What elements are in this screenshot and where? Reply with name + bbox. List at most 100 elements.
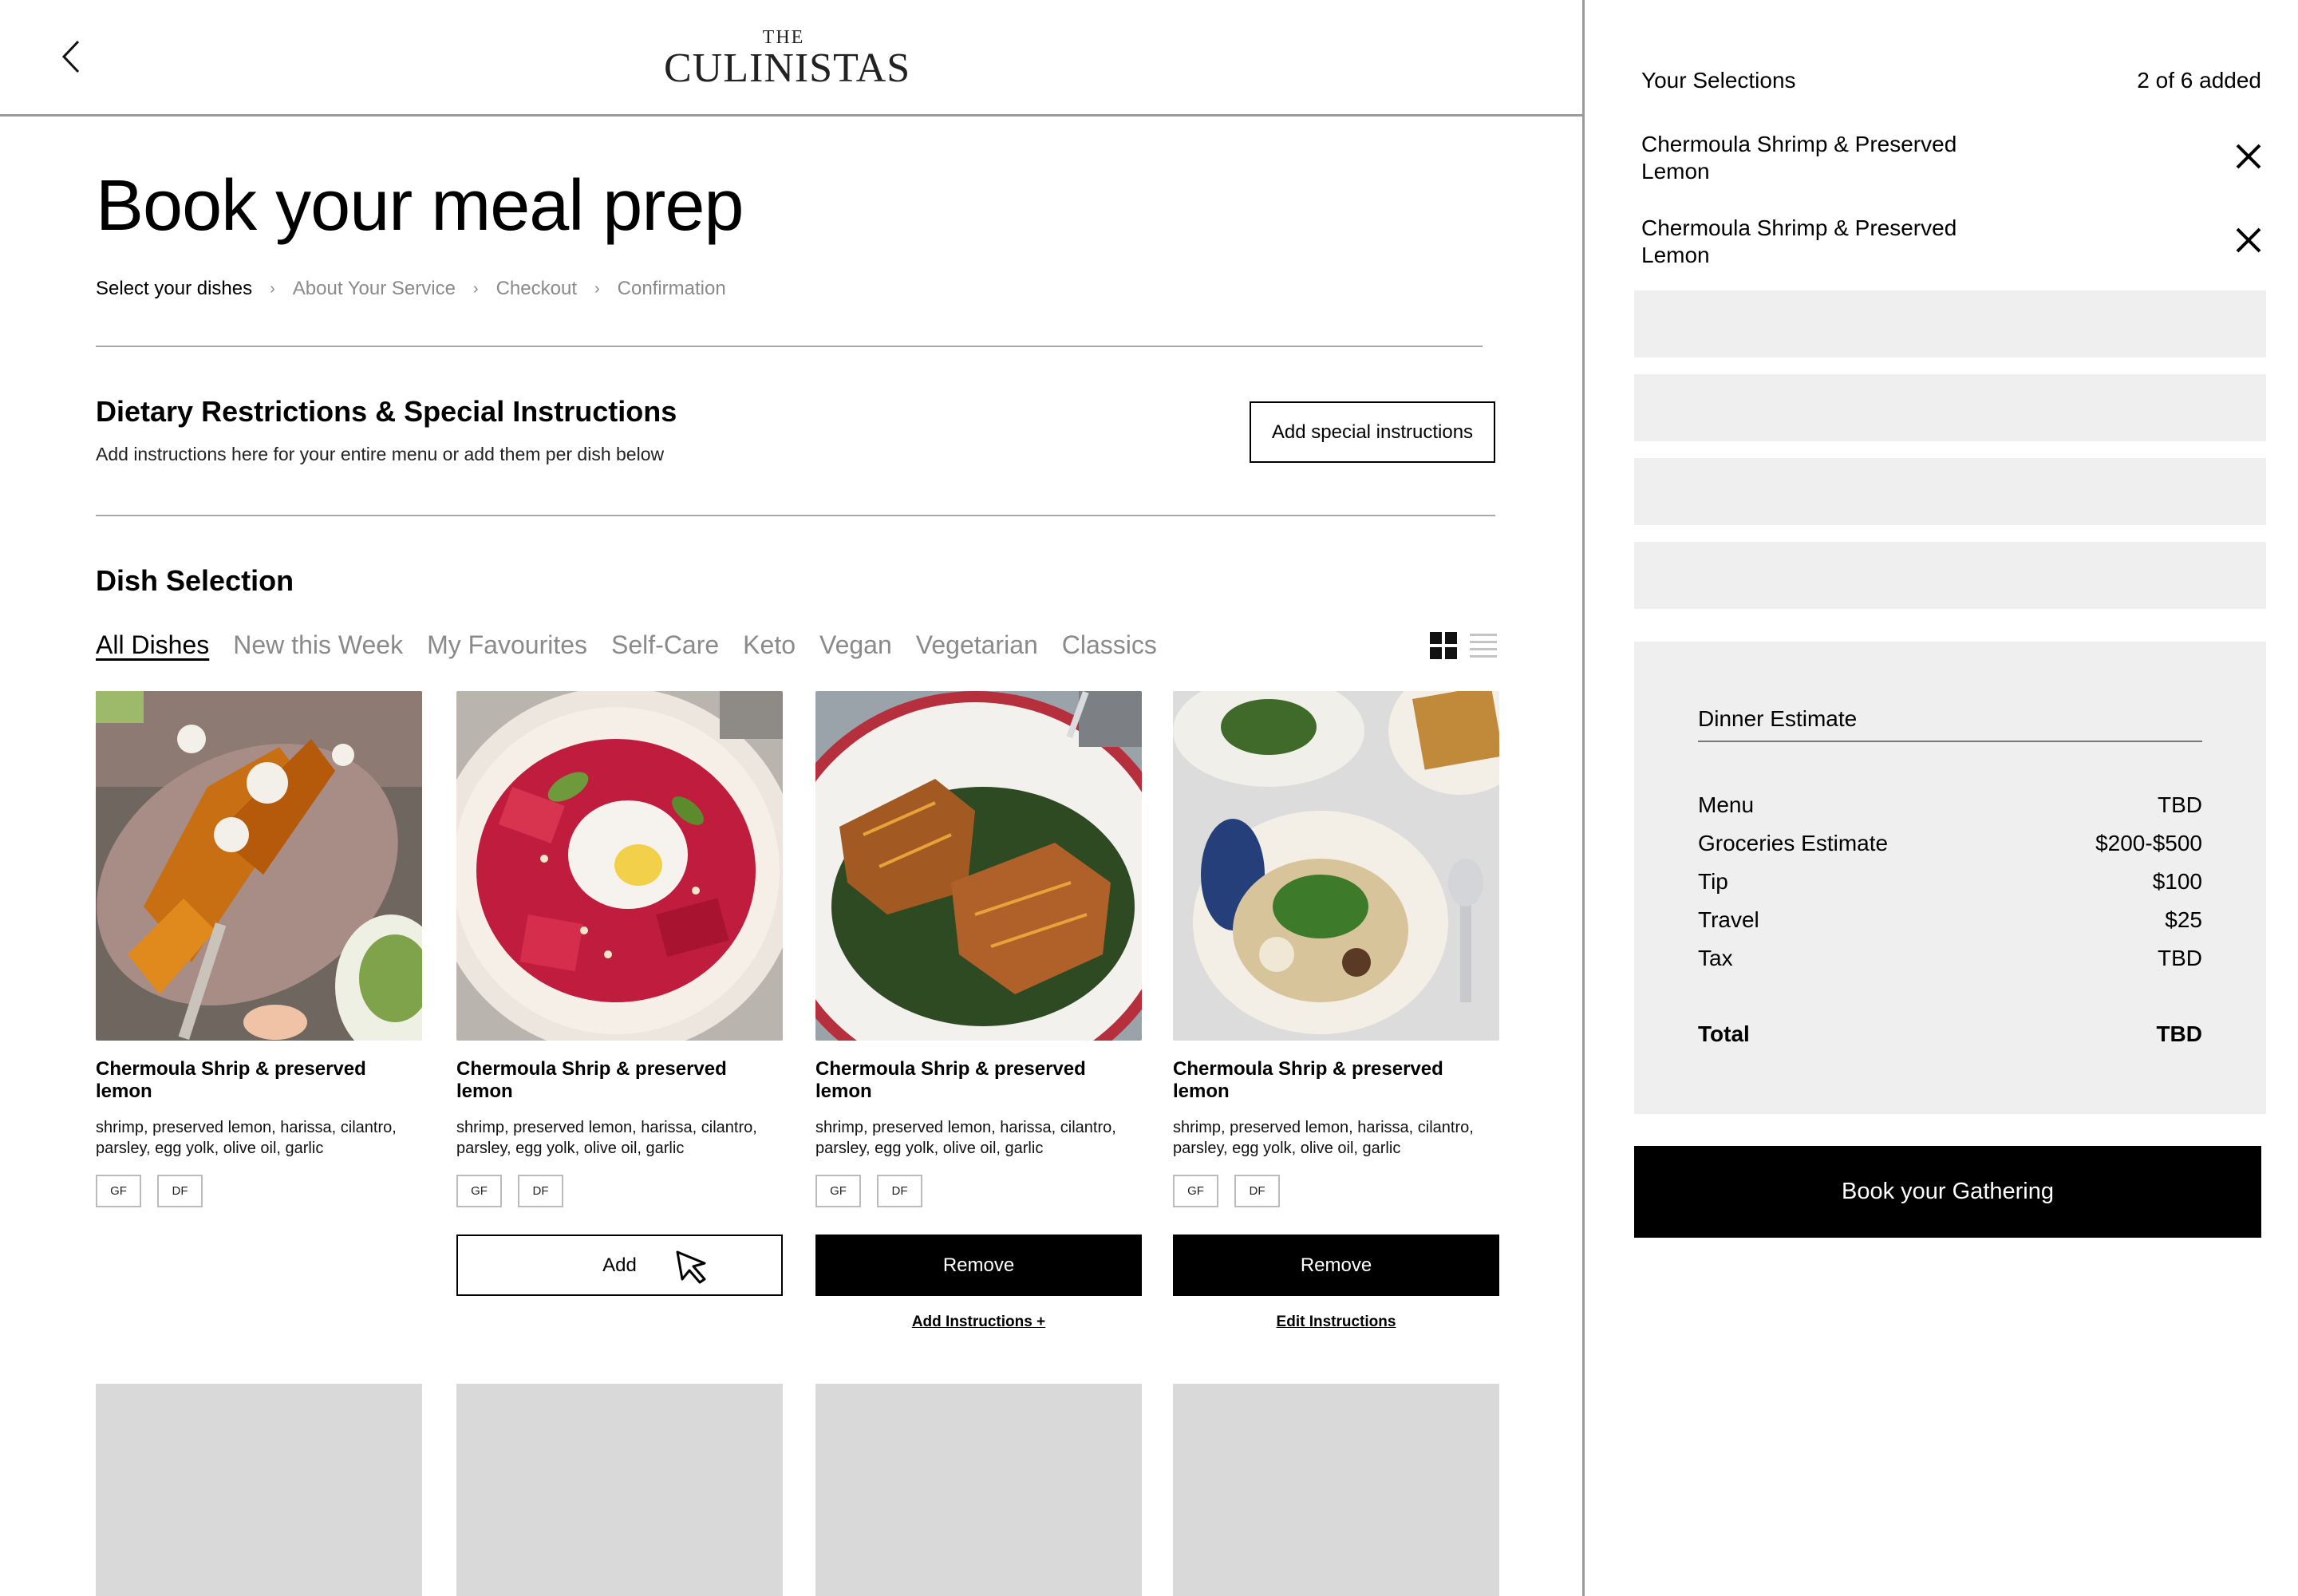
close-icon[interactable] <box>2234 226 2263 255</box>
top-bar: THE CULINISTAS <box>0 0 1582 117</box>
mouse-pointer-icon <box>676 1250 706 1284</box>
estimate-label: Menu <box>1698 792 1755 817</box>
estimate-row-tax: Tax TBD <box>1698 945 2202 972</box>
tab-classics[interactable]: Classics <box>1062 630 1157 660</box>
empty-selection-slot <box>1634 290 2266 358</box>
estimate-value: $100 <box>2152 869 2202 894</box>
dish-tags: GF DF <box>456 1175 783 1207</box>
estimate-value: $25 <box>2165 907 2202 932</box>
breadcrumb-confirmation[interactable]: Confirmation <box>618 278 726 300</box>
estimate-label: Groceries Estimate <box>1698 831 1889 855</box>
dish-card-placeholder <box>815 1384 1142 1596</box>
dish-name: Chermoula Shrip & preserved lemon <box>456 1058 727 1102</box>
dairy-free-badge: DF <box>1234 1175 1280 1207</box>
add-dish-label: Add <box>602 1254 637 1276</box>
breadcrumb-select-dishes[interactable]: Select your dishes <box>96 278 252 300</box>
estimate-label: Travel <box>1698 907 1759 932</box>
tab-vegan[interactable]: Vegan <box>819 630 892 660</box>
dish-photo[interactable] <box>815 691 1142 1041</box>
page-title: Book your meal prep <box>96 166 744 246</box>
dish-description: shrimp, preserved lemon, harissa, cilant… <box>456 1119 757 1157</box>
dinner-estimate-panel: Dinner Estimate Menu TBD Groceries Estim… <box>1634 642 2266 1114</box>
estimate-value: $200-$500 <box>2095 831 2202 855</box>
empty-selection-slot <box>1634 374 2266 441</box>
dairy-free-badge: DF <box>877 1175 922 1207</box>
list-view-icon[interactable] <box>1470 634 1497 658</box>
close-icon[interactable] <box>2234 142 2263 171</box>
gluten-free-badge: GF <box>815 1175 861 1207</box>
chevron-right-icon: › <box>594 279 600 298</box>
dietary-title: Dietary Restrictions & Special Instructi… <box>96 395 677 428</box>
back-arrow-icon[interactable] <box>54 37 89 77</box>
selections-title: Your Selections <box>1641 68 1796 93</box>
dairy-free-badge: DF <box>157 1175 203 1207</box>
dish-card: Chermoula Shrip & preserved lemon shrimp… <box>1173 691 1499 1331</box>
estimate-label: Tax <box>1698 946 1733 970</box>
remove-dish-button[interactable]: Remove <box>815 1235 1142 1296</box>
add-dish-button[interactable]: Add <box>456 1235 783 1296</box>
dish-card: Chermoula Shrip & preserved lemon shrimp… <box>96 691 422 1207</box>
add-special-instructions-button[interactable]: Add special instructions <box>1250 401 1495 463</box>
dish-card-placeholder <box>1173 1384 1499 1596</box>
tab-new-this-week[interactable]: New this Week <box>233 630 403 660</box>
total-label: Total <box>1698 1021 1750 1046</box>
dietary-subtitle: Add instructions here for your entire me… <box>96 444 665 464</box>
selection-item: Chermoula Shrimp & Preserved Lemon <box>1641 132 1957 184</box>
dish-photo[interactable] <box>96 691 422 1041</box>
selections-count: 2 of 6 added <box>2137 68 2261 93</box>
dish-tags: GF DF <box>1173 1175 1499 1207</box>
dish-card-placeholder <box>96 1384 422 1596</box>
book-gathering-button[interactable]: Book your Gathering <box>1634 1146 2261 1238</box>
estimate-row-travel: Travel $25 <box>1698 907 2202 934</box>
dish-tags: GF DF <box>815 1175 1142 1207</box>
divider <box>96 346 1483 347</box>
divider <box>96 515 1495 516</box>
empty-selection-slot <box>1634 542 2266 609</box>
remove-dish-button[interactable]: Remove <box>1173 1235 1499 1296</box>
dish-name: Chermoula Shrip & preserved lemon <box>96 1058 366 1102</box>
breadcrumb-about-service[interactable]: About Your Service <box>293 278 456 300</box>
breadcrumb: Select your dishes › About Your Service … <box>96 278 726 300</box>
dish-card: Chermoula Shrip & preserved lemon shrimp… <box>815 691 1142 1331</box>
dish-description: shrimp, preserved lemon, harissa, cilant… <box>96 1119 397 1157</box>
dish-description: shrimp, preserved lemon, harissa, cilant… <box>1173 1119 1474 1157</box>
estimate-label: Tip <box>1698 869 1728 894</box>
logo[interactable]: THE CULINISTAS <box>664 27 911 91</box>
estimate-row-total: Total TBD <box>1698 1021 2202 1048</box>
add-instructions-link[interactable]: Add Instructions + <box>815 1314 1142 1331</box>
dish-photo[interactable] <box>456 691 783 1041</box>
dish-card-placeholder <box>456 1384 783 1596</box>
estimate-value: TBD <box>2158 792 2202 817</box>
category-tabs: All Dishes New this Week My Favourites S… <box>96 630 1181 660</box>
gluten-free-badge: GF <box>456 1175 502 1207</box>
estimate-row-groceries: Groceries Estimate $200-$500 <box>1698 830 2202 857</box>
estimate-title: Dinner Estimate <box>1698 706 1858 731</box>
edit-instructions-link[interactable]: Edit Instructions <box>1173 1314 1499 1331</box>
dish-selection-title: Dish Selection <box>96 564 294 597</box>
dairy-free-badge: DF <box>518 1175 563 1207</box>
estimate-row-tip: Tip $100 <box>1698 868 2202 895</box>
breadcrumb-checkout[interactable]: Checkout <box>496 278 577 300</box>
empty-selection-slot <box>1634 458 2266 525</box>
dish-photo[interactable] <box>1173 691 1499 1041</box>
logo-bottom: CULINISTAS <box>664 45 911 91</box>
tab-all-dishes[interactable]: All Dishes <box>96 630 209 660</box>
dish-card: Chermoula Shrip & preserved lemon shrimp… <box>456 691 783 1296</box>
dish-name: Chermoula Shrip & preserved lemon <box>815 1058 1086 1102</box>
dish-name: Chermoula Shrip & preserved lemon <box>1173 1058 1443 1102</box>
dish-description: shrimp, preserved lemon, harissa, cilant… <box>815 1119 1116 1157</box>
tab-keto[interactable]: Keto <box>743 630 796 660</box>
gluten-free-badge: GF <box>96 1175 141 1207</box>
tab-vegetarian[interactable]: Vegetarian <box>916 630 1038 660</box>
estimate-value: TBD <box>2158 946 2202 970</box>
estimate-row-menu: Menu TBD <box>1698 792 2202 819</box>
total-value: TBD <box>2156 1021 2202 1046</box>
chevron-right-icon: › <box>472 279 479 298</box>
main-content: THE CULINISTAS Book your meal prep Selec… <box>0 0 1585 1596</box>
chevron-right-icon: › <box>270 279 275 298</box>
selection-item: Chermoula Shrimp & Preserved Lemon <box>1641 215 1957 267</box>
gluten-free-badge: GF <box>1173 1175 1218 1207</box>
tab-self-care[interactable]: Self-Care <box>611 630 719 660</box>
tab-my-favourites[interactable]: My Favourites <box>427 630 587 660</box>
grid-view-icon[interactable] <box>1430 632 1457 659</box>
